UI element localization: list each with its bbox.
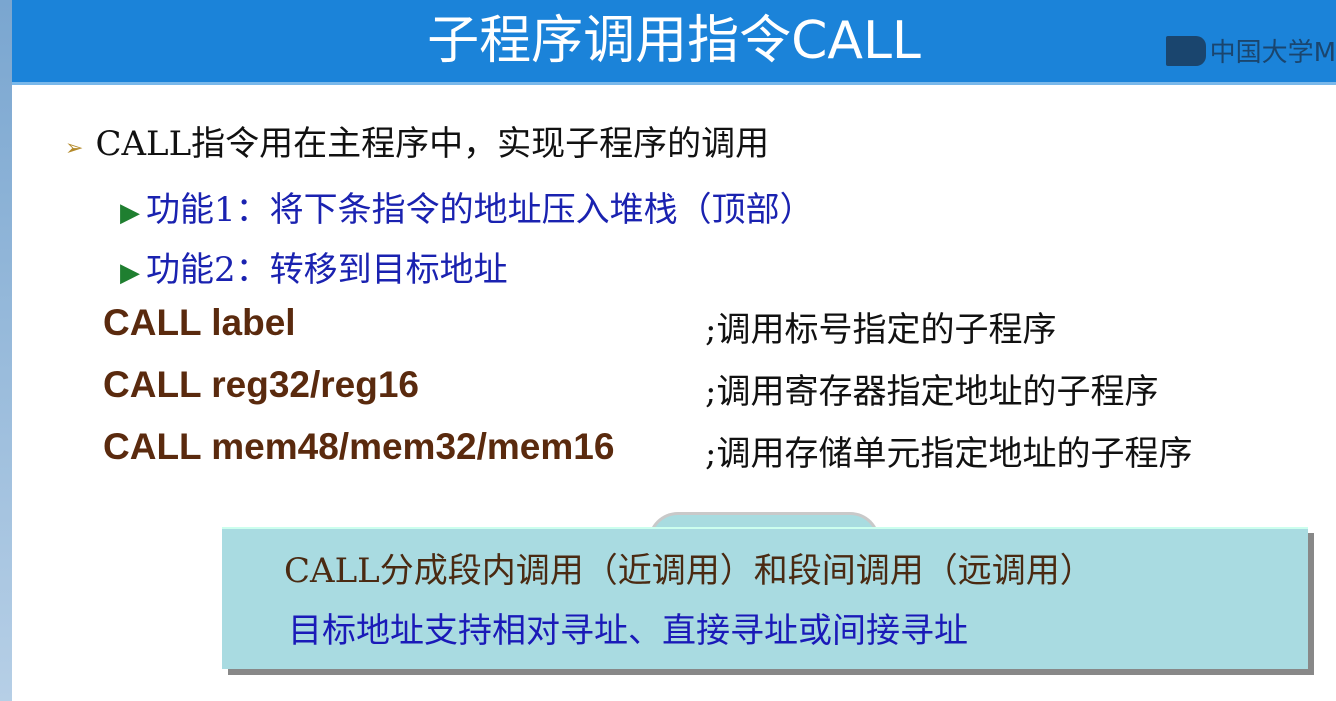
code-comment: ;调用标号指定的子程序 — [705, 310, 1057, 350]
sub-bullet-text: 功能2：转移到目标地址 — [146, 250, 508, 290]
note-line-2: 目标地址支持相对寻址、直接寻址或间接寻址 — [288, 611, 968, 651]
note-box: CALL分成段内调用（近调用）和段间调用（远调用） 目标地址支持相对寻址、直接寻… — [222, 527, 1308, 669]
code-line: CALL reg32/reg16 — [103, 364, 419, 405]
sub-bullet: ▶ 功能2：转移到目标地址 — [120, 242, 508, 291]
watermark-text: 中国大学M — [1209, 38, 1336, 68]
bullet-main: ➢ CALL指令用在主程序中，实现子程序的调用 — [65, 116, 769, 165]
triangle-bullet-icon: ▶ — [120, 258, 140, 288]
code-comment: ;调用寄存器指定地址的子程序 — [705, 372, 1159, 412]
bullet-text: CALL指令用在主程序中，实现子程序的调用 — [95, 124, 770, 164]
title-bar: 子程序调用指令CALL 中国大学M — [12, 0, 1336, 85]
mooc-logo-icon — [1165, 35, 1206, 66]
code-line: CALL mem48/mem32/mem16 — [103, 426, 615, 467]
triangle-bullet-icon: ▶ — [120, 198, 140, 228]
arrow-bullet-icon: ➢ — [65, 136, 84, 161]
slide-title: 子程序调用指令CALL — [427, 11, 921, 71]
code-line: CALL label — [103, 302, 296, 343]
sub-bullet-text: 功能1：将下条指令的地址压入堆栈（顶部） — [146, 190, 814, 230]
note-line-1: CALL分成段内调用（近调用）和段间调用（远调用） — [284, 551, 1094, 591]
left-edge — [0, 0, 12, 701]
watermark: 中国大学M — [1165, 32, 1336, 69]
code-comment: ;调用存储单元指定地址的子程序 — [705, 434, 1193, 474]
sub-bullet: ▶ 功能1：将下条指令的地址压入堆栈（顶部） — [120, 182, 814, 231]
